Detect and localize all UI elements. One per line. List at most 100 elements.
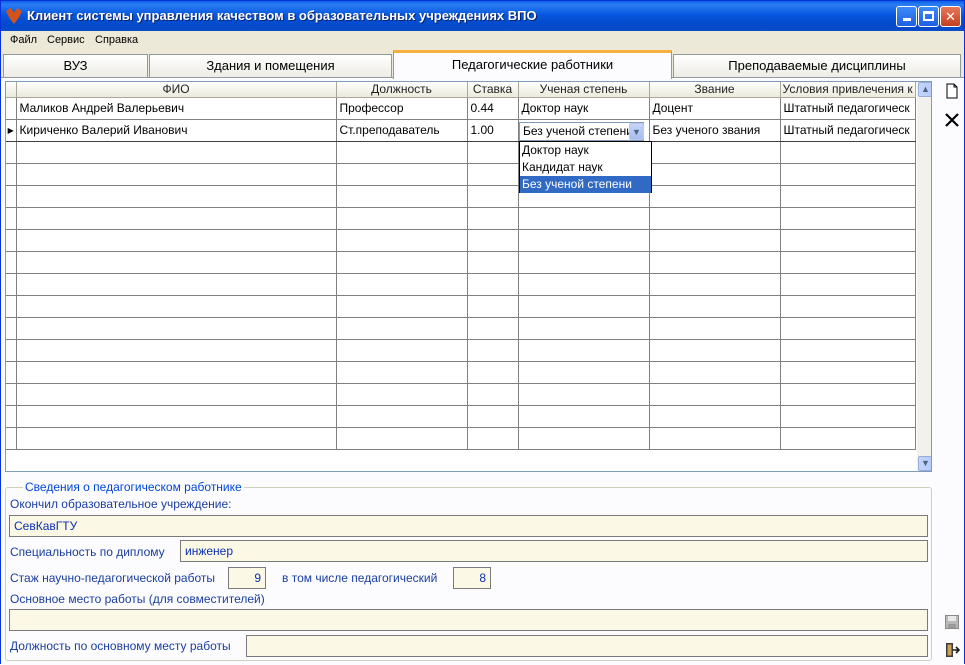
empty-cell[interactable] — [780, 427, 916, 450]
empty-table-row[interactable] — [6, 273, 916, 296]
empty-cell[interactable] — [518, 207, 650, 230]
empty-cell[interactable] — [649, 383, 781, 406]
menu-help[interactable]: Справка — [95, 34, 138, 46]
empty-cell[interactable] — [780, 361, 916, 384]
empty-cell[interactable] — [16, 339, 337, 362]
empty-cell[interactable] — [16, 207, 337, 230]
empty-cell[interactable] — [649, 361, 781, 384]
empty-cell[interactable] — [649, 273, 781, 296]
exit-door-icon[interactable] — [944, 642, 960, 658]
maximize-button[interactable] — [918, 6, 939, 27]
empty-table-row[interactable] — [6, 405, 916, 428]
empty-cell[interactable] — [336, 295, 468, 318]
empty-cell[interactable] — [336, 427, 468, 450]
cell-rate[interactable]: 0.44 — [467, 97, 519, 120]
empty-cell[interactable] — [467, 207, 519, 230]
empty-cell[interactable] — [649, 251, 781, 274]
empty-table-row[interactable] — [6, 361, 916, 384]
empty-cell[interactable] — [780, 273, 916, 296]
tab-teachers[interactable]: Педагогические работники — [393, 50, 672, 79]
tab-disciplines[interactable]: Преподаваемые дисциплины — [673, 54, 961, 78]
chevron-down-icon[interactable]: ▼ — [629, 123, 644, 140]
empty-cell[interactable] — [780, 405, 916, 428]
specialty-field[interactable]: инженер — [180, 540, 928, 562]
table-row[interactable]: Маликов Андрей Валерьевич Профессор 0.44… — [6, 97, 916, 120]
empty-cell[interactable] — [467, 339, 519, 362]
empty-cell[interactable] — [780, 317, 916, 340]
empty-cell[interactable] — [467, 229, 519, 252]
tab-university[interactable]: ВУЗ — [3, 54, 148, 78]
cell-rate[interactable]: 1.00 — [467, 118, 519, 142]
header-title[interactable]: Звание — [649, 82, 781, 98]
empty-cell[interactable] — [467, 273, 519, 296]
empty-cell[interactable] — [336, 185, 468, 208]
close-button[interactable]: ✕ — [940, 6, 961, 27]
empty-cell[interactable] — [467, 185, 519, 208]
cell-fio[interactable]: Кириченко Валерий Иванович — [16, 118, 337, 142]
pedagogical-field[interactable]: 8 — [453, 567, 491, 589]
empty-cell[interactable] — [780, 383, 916, 406]
menu-service[interactable]: Сервис — [47, 34, 85, 46]
empty-cell[interactable] — [467, 141, 519, 164]
empty-cell[interactable] — [518, 317, 650, 340]
header-fio[interactable]: ФИО — [16, 82, 337, 98]
empty-cell[interactable] — [336, 229, 468, 252]
empty-cell[interactable] — [467, 317, 519, 340]
main-position-field[interactable] — [246, 635, 928, 657]
empty-cell[interactable] — [518, 427, 650, 450]
empty-cell[interactable] — [336, 317, 468, 340]
empty-cell[interactable] — [467, 427, 519, 450]
empty-cell[interactable] — [518, 383, 650, 406]
main-job-field[interactable] — [9, 609, 928, 631]
empty-cell[interactable] — [16, 163, 337, 186]
empty-cell[interactable] — [336, 163, 468, 186]
cell-conditions[interactable]: Штатный педагогическ — [780, 97, 916, 120]
empty-cell[interactable] — [649, 207, 781, 230]
empty-cell[interactable] — [16, 273, 337, 296]
grid-vertical-scrollbar[interactable]: ▲ ▼ — [917, 82, 931, 471]
empty-cell[interactable] — [336, 339, 468, 362]
empty-cell[interactable] — [16, 317, 337, 340]
empty-cell[interactable] — [649, 317, 781, 340]
empty-cell[interactable] — [649, 405, 781, 428]
cell-title[interactable]: Доцент — [649, 97, 781, 120]
empty-cell[interactable] — [518, 339, 650, 362]
empty-cell[interactable] — [518, 361, 650, 384]
degree-dropdown-list[interactable]: Доктор наук Кандидат наук Без ученой сте… — [519, 141, 652, 193]
scroll-up-button[interactable]: ▲ — [918, 82, 931, 97]
cell-degree[interactable]: Доктор наук — [518, 97, 650, 120]
empty-cell[interactable] — [16, 141, 337, 164]
empty-cell[interactable] — [518, 273, 650, 296]
empty-cell[interactable] — [16, 405, 337, 428]
empty-cell[interactable] — [467, 295, 519, 318]
empty-cell[interactable] — [780, 207, 916, 230]
save-disk-icon[interactable] — [944, 614, 960, 630]
empty-cell[interactable] — [780, 141, 916, 164]
minimize-button[interactable] — [896, 6, 917, 27]
empty-cell[interactable] — [467, 405, 519, 428]
empty-cell[interactable] — [649, 185, 781, 208]
empty-cell[interactable] — [467, 163, 519, 186]
empty-cell[interactable] — [518, 295, 650, 318]
header-degree[interactable]: Ученая степень — [518, 82, 650, 98]
empty-cell[interactable] — [16, 383, 337, 406]
cell-fio[interactable]: Маликов Андрей Валерьевич — [16, 97, 337, 120]
empty-cell[interactable] — [780, 229, 916, 252]
empty-cell[interactable] — [780, 295, 916, 318]
empty-table-row[interactable] — [6, 317, 916, 340]
empty-cell[interactable] — [780, 185, 916, 208]
header-rate[interactable]: Ставка — [467, 82, 519, 98]
empty-cell[interactable] — [467, 361, 519, 384]
dropdown-option-no-degree[interactable]: Без ученой степени — [520, 176, 651, 193]
scroll-down-button[interactable]: ▼ — [918, 456, 931, 471]
empty-cell[interactable] — [780, 163, 916, 186]
empty-cell[interactable] — [16, 185, 337, 208]
empty-cell[interactable] — [518, 251, 650, 274]
empty-cell[interactable] — [780, 251, 916, 274]
degree-combo-input[interactable]: Без ученой степени — [519, 122, 644, 141]
empty-cell[interactable] — [336, 251, 468, 274]
dropdown-option-doctor[interactable]: Доктор наук — [520, 142, 651, 159]
title-bar[interactable]: Клиент системы управления качеством в об… — [1, 1, 964, 31]
empty-table-row[interactable] — [6, 383, 916, 406]
empty-cell[interactable] — [649, 229, 781, 252]
